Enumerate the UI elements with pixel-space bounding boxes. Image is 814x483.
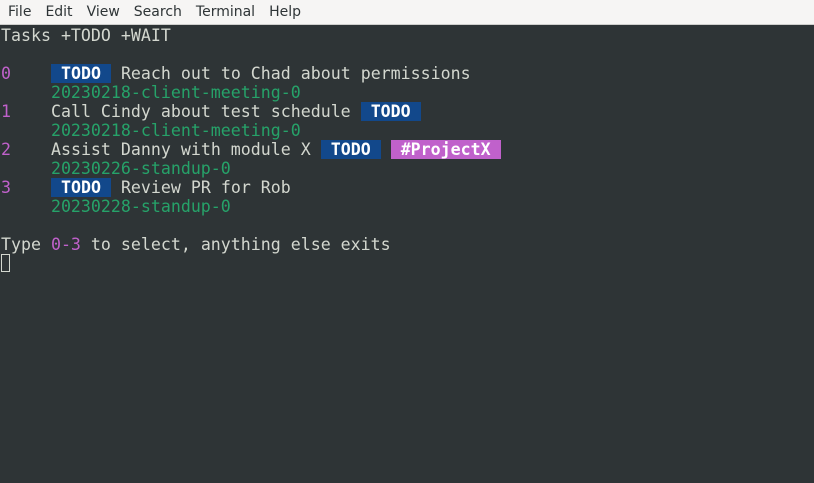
- prompt-text-before: Type: [1, 235, 51, 254]
- prompt-text-after: to select, anything else exits: [80, 235, 391, 254]
- task-index: 1: [1, 102, 11, 121]
- task-meeting-row-0: 20230218-client-meeting-0: [1, 83, 301, 102]
- todo-tag-label: TODO: [370, 102, 411, 121]
- menu-file[interactable]: File: [0, 0, 38, 24]
- task-text: Call Cindy about test schedule: [50, 102, 351, 121]
- prompt-range: 0-3: [50, 235, 81, 254]
- todo-tag: TODO: [50, 64, 111, 83]
- task-meeting: 20230218-client-meeting-0: [50, 83, 301, 102]
- task-row-0: 0 TODO Reach out to Chad about permissio…: [1, 64, 471, 83]
- menu-edit[interactable]: Edit: [38, 0, 79, 24]
- menu-help[interactable]: Help: [262, 0, 308, 24]
- task-text: Reach out to Chad about permissions: [120, 64, 471, 83]
- todo-tag-label: TODO: [60, 178, 101, 197]
- task-text: Review PR for Rob: [120, 178, 291, 197]
- task-row-2: 2 Assist Danny with module X TODO #Proje…: [1, 140, 501, 159]
- menu-view[interactable]: View: [80, 0, 127, 24]
- task-row-3: 3 TODO Review PR for Rob: [1, 178, 291, 197]
- task-meeting-row-1: 20230218-client-meeting-0: [1, 121, 301, 140]
- menu-search[interactable]: Search: [127, 0, 189, 24]
- task-meeting-row-2: 20230226-standup-0: [1, 159, 231, 178]
- menu-terminal[interactable]: Terminal: [189, 0, 262, 24]
- task-row-1: 1 Call Cindy about test schedule TODO: [1, 102, 421, 121]
- task-index: 3: [1, 178, 11, 197]
- todo-tag-label: TODO: [60, 64, 101, 83]
- task-meeting: 20230218-client-meeting-0: [50, 121, 301, 140]
- task-meeting: 20230228-standup-0: [50, 197, 231, 216]
- menu-bar: File Edit View Search Terminal Help: [0, 0, 814, 25]
- project-tag-label: #ProjectX: [400, 140, 491, 159]
- task-meeting-row-3: 20230228-standup-0: [1, 197, 231, 216]
- task-text: Assist Danny with module X: [50, 140, 311, 159]
- task-index: 0: [1, 64, 11, 83]
- selection-prompt: Type 0-3 to select, anything else exits: [1, 235, 391, 254]
- tasks-header: Tasks +TODO +WAIT: [1, 26, 171, 45]
- todo-tag-label: TODO: [330, 140, 371, 159]
- todo-tag: TODO: [320, 140, 381, 159]
- todo-tag: TODO: [360, 102, 421, 121]
- terminal-output[interactable]: Tasks +TODO +WAIT 0 TODO Reach out to Ch…: [0, 25, 814, 483]
- terminal-cursor[interactable]: [1, 254, 10, 272]
- todo-tag: TODO: [50, 178, 111, 197]
- project-tag: #ProjectX: [390, 140, 501, 159]
- task-meeting: 20230226-standup-0: [50, 159, 231, 178]
- task-index: 2: [1, 140, 11, 159]
